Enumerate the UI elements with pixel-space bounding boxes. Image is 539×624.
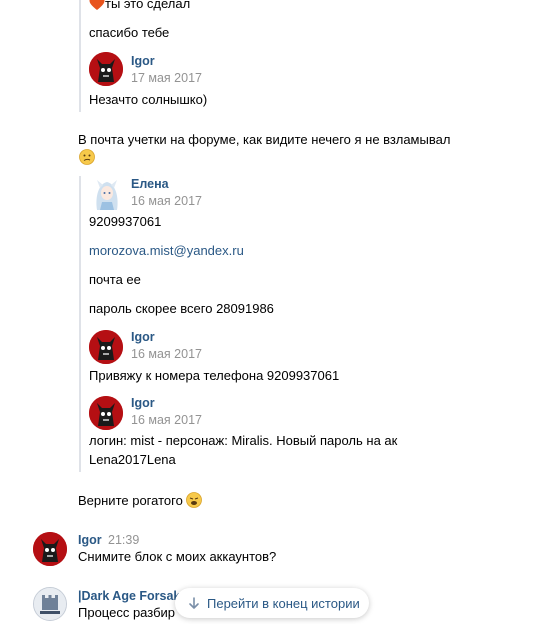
message-text-emails: В почта учетки на форуме, как видите неч…: [78, 132, 451, 147]
message-text-phone: 9209937061: [89, 214, 162, 229]
castle-emblem-icon: [34, 588, 66, 620]
message-text-password: пароль скорее всего 28091986: [89, 301, 274, 316]
anime-girl-avatar-icon: [89, 176, 125, 212]
author-name[interactable]: Елена: [131, 176, 169, 192]
quote-line-top: [79, 0, 81, 112]
message-text-line1: логин: mist - персонаж: Miralis. Новый п…: [89, 433, 398, 448]
devil-avatar-icon: [89, 52, 123, 86]
weary-face-icon: [186, 492, 203, 512]
message-text-thanks: спасибо тебе: [89, 25, 170, 40]
jump-to-end-label: Перейти в конец истории: [207, 595, 360, 611]
message-text-mail-her: почта ее: [89, 272, 141, 287]
avatar-igor[interactable]: [33, 532, 67, 566]
jump-to-end-button[interactable]: Перейти в конец истории: [175, 588, 369, 618]
confused-face-icon: [79, 149, 95, 168]
message-text: Процесс разбир: [78, 605, 176, 620]
author-name[interactable]: Igor: [131, 53, 155, 69]
message-text-line2: Lena2017Lena: [89, 452, 176, 467]
author-name[interactable]: Igor: [78, 532, 102, 548]
message-time[interactable]: 21:39: [108, 532, 139, 548]
quote-line-elena: [79, 176, 81, 472]
author-name[interactable]: |Dark Age Forsak: [78, 588, 180, 604]
message-text: Незачто солнышко): [89, 92, 208, 107]
heart-icon: [89, 0, 105, 15]
avatar-igor[interactable]: [89, 396, 123, 430]
avatar-group[interactable]: [33, 587, 67, 621]
message-date[interactable]: 16 мая 2017: [131, 346, 202, 362]
devil-avatar-icon: [89, 396, 123, 430]
message-text: Снимите блок с моих аккаунтов?: [78, 549, 277, 564]
author-name[interactable]: Igor: [131, 329, 155, 345]
message-text: Привяжу к номера телефона 9209937061: [89, 368, 340, 383]
author-name[interactable]: Igor: [131, 395, 155, 411]
message-text-top: ты это сделал: [89, 0, 190, 15]
avatar-igor[interactable]: [89, 330, 123, 364]
avatar-igor[interactable]: [89, 52, 123, 86]
message-date[interactable]: 16 мая 2017: [131, 412, 202, 428]
devil-avatar-icon: [33, 532, 67, 566]
avatar-elena[interactable]: [89, 176, 125, 212]
email-link[interactable]: morozova.mist@yandex.ru: [89, 243, 244, 259]
arrow-down-icon: [189, 597, 199, 609]
message-date[interactable]: 17 мая 2017: [131, 70, 202, 86]
devil-avatar-icon: [89, 330, 123, 364]
message-text-return: Верните рогатого: [78, 492, 203, 512]
message-date[interactable]: 16 мая 2017: [131, 193, 202, 209]
